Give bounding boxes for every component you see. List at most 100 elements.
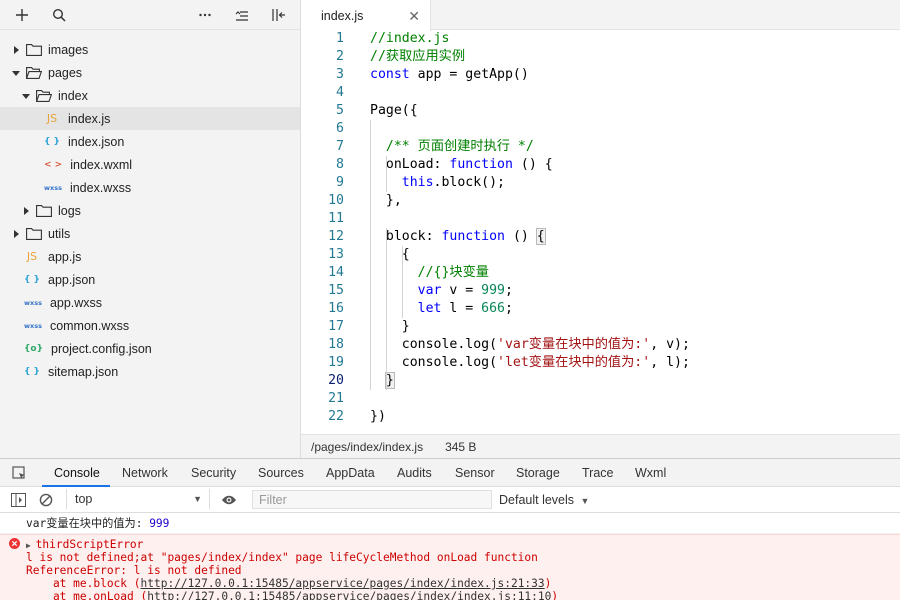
code-line: 14 //{}块变量 [301, 264, 900, 282]
stack-frame-link[interactable]: http://127.0.0.1:15485/appservice/pages/… [141, 577, 545, 590]
code-token: Page({ [370, 103, 418, 118]
log-value: 999 [149, 517, 170, 530]
code-token: onLoad: [370, 157, 450, 172]
chevron-right-icon[interactable] [10, 229, 22, 238]
code-token: 'let变量在块中的值为:' [497, 355, 651, 370]
code-line: 21 [301, 390, 900, 408]
devtools-tab-audits[interactable]: Audits [397, 459, 432, 487]
tree-item-label: utils [48, 226, 71, 241]
stack-frame-link[interactable]: http://127.0.0.1:15485/appservice/pages/… [147, 590, 551, 600]
folder-item[interactable]: images [0, 38, 300, 61]
devtools-tab-storage[interactable]: Storage [516, 459, 560, 487]
show-sidebar-icon[interactable] [10, 492, 26, 508]
folder-item[interactable]: index [0, 84, 300, 107]
folder-icon [26, 227, 42, 240]
wxml-file-icon: < > [44, 159, 63, 170]
devtools-tab-trace[interactable]: Trace [582, 459, 614, 487]
file-path: /pages/index/index.js [311, 439, 424, 454]
clear-console-icon[interactable] [38, 492, 54, 508]
code-line: 10 }, [301, 192, 900, 210]
devtools-tab-console[interactable]: Console [54, 459, 100, 487]
line-number: 9 [336, 175, 344, 190]
file-item[interactable]: { } index.json [0, 130, 300, 153]
log-levels-dropdown[interactable]: Default levels ▼ [499, 487, 589, 513]
devtools-tab-network[interactable]: Network [122, 459, 168, 487]
code-token: , l); [650, 355, 690, 370]
devtools-tab-wxml[interactable]: Wxml [635, 459, 666, 487]
code-token: l = [441, 301, 482, 316]
file-item[interactable]: wxss index.wxss [0, 176, 300, 199]
file-item[interactable]: JS index.js [0, 107, 300, 130]
code-token: //index.js [370, 31, 450, 46]
code-line: 18 console.log('var变量在块中的值为:', v); [301, 336, 900, 354]
search-icon[interactable] [51, 7, 67, 23]
filter-input[interactable] [252, 490, 492, 509]
indent-guide [386, 228, 387, 390]
line-number: 2 [336, 49, 344, 64]
line-number: 15 [328, 283, 344, 298]
devtools-tab-sources[interactable]: Sources [258, 459, 304, 487]
eye-icon[interactable] [221, 492, 237, 508]
code-token: console.log( [370, 355, 498, 370]
code-token: 'var变量在块中的值为:' [497, 337, 651, 352]
file-item[interactable]: < > index.wxml [0, 153, 300, 176]
collapse-all-icon[interactable] [234, 7, 250, 23]
context-select[interactable]: top ▼ [66, 489, 210, 509]
line-content: console.log('let变量在块中的值为:', l); [370, 354, 690, 372]
code-line: 7 /** 页面创建时执行 */ [301, 138, 900, 156]
devtools-tab-security[interactable]: Security [191, 459, 236, 487]
code-line: 12 block: function () { [301, 228, 900, 246]
close-icon[interactable]: ✕ [408, 8, 420, 25]
chevron-right-icon[interactable] [10, 45, 22, 54]
code-token: } [370, 319, 410, 334]
code-line: 8 onLoad: function () { [301, 156, 900, 174]
code-token: function [441, 229, 505, 244]
code-line: 1 //index.js [301, 30, 900, 48]
devtools-tab-sensor[interactable]: Sensor [455, 459, 495, 487]
file-item[interactable]: { } app.json [0, 268, 300, 291]
tree-item-label: index.js [68, 111, 111, 126]
line-number: 10 [328, 193, 344, 208]
folder-item[interactable]: logs [0, 199, 300, 222]
code-line: 6 [301, 120, 900, 138]
indent-guide [402, 246, 403, 318]
tree-item-label: app.json [48, 272, 96, 287]
tree-item-label: app.wxss [49, 295, 103, 310]
line-content: var v = 999; [370, 282, 513, 300]
inspect-element-icon[interactable] [11, 465, 27, 481]
json-file-icon: { } [24, 366, 40, 377]
line-content: onLoad: function () { [370, 156, 553, 174]
folder-item[interactable]: pages [0, 61, 300, 84]
line-content: const app = getApp() [370, 66, 529, 84]
file-item[interactable]: { } sitemap.json [0, 360, 300, 383]
code-token: block: [370, 229, 442, 244]
code-area[interactable]: 1 //index.js 2 //获取应用实例 3 const app = getApp(… [301, 30, 900, 434]
error-title[interactable]: ▶ thirdScriptError [26, 538, 143, 551]
line-content: }) [370, 408, 386, 426]
line-number: 16 [328, 301, 344, 316]
line-content: //index.js [370, 30, 449, 48]
chevron-right-icon[interactable] [20, 206, 32, 215]
devtools-tab-appdata[interactable]: AppData [326, 459, 375, 487]
toggle-sidebar-icon[interactable] [271, 7, 287, 23]
line-number: 7 [336, 139, 344, 154]
error-icon [9, 538, 20, 552]
tab-index-js[interactable]: index.js ✕ [301, 0, 431, 31]
file-item[interactable]: {o} project.config.json [0, 337, 300, 360]
file-item[interactable]: JS app.js [0, 245, 300, 268]
line-number: 18 [328, 337, 344, 352]
add-icon[interactable] [14, 7, 30, 23]
file-tree: images pages index JS index.js{ } index.json <… [0, 30, 300, 383]
stack-frame-suffix: ) [551, 590, 559, 600]
more-icon[interactable] [197, 7, 213, 23]
line-number: 11 [328, 211, 344, 226]
file-item[interactable]: wxss common.wxss [0, 314, 300, 337]
expand-arrow-icon[interactable]: ▶ [26, 541, 36, 550]
chevron-down-icon[interactable] [10, 69, 22, 77]
file-item[interactable]: wxss app.wxss [0, 291, 300, 314]
chevron-down-icon[interactable] [20, 92, 32, 100]
folder-item[interactable]: utils [0, 222, 300, 245]
code-line: 4 [301, 84, 900, 102]
line-content: //{}块变量 [370, 264, 489, 282]
code-line: 20 } [301, 372, 900, 390]
